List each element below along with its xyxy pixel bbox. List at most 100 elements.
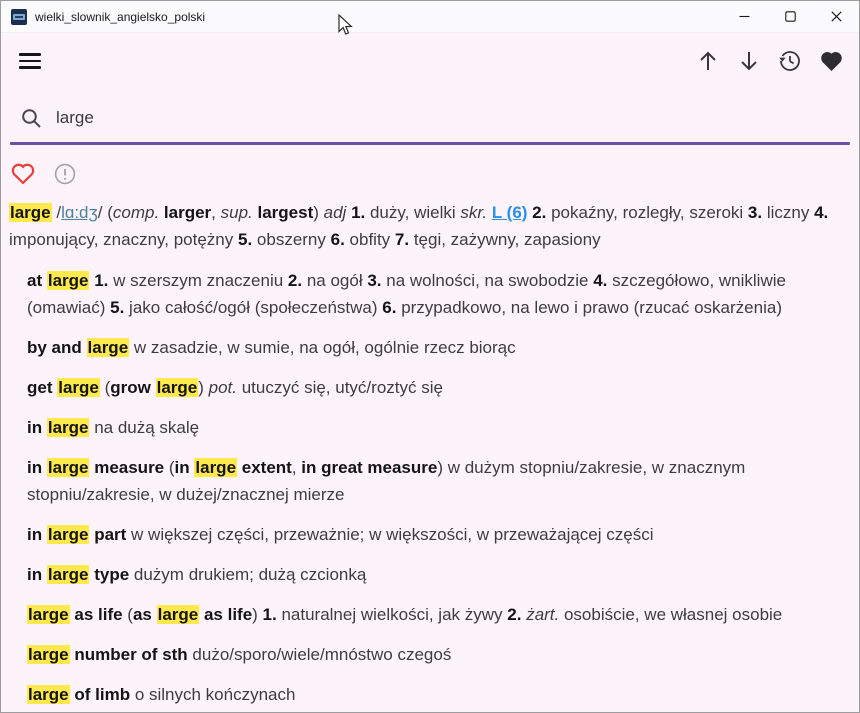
scroll-down-button[interactable] xyxy=(737,49,761,73)
italic-label: żart. xyxy=(526,604,560,624)
text: / ( xyxy=(97,202,113,222)
text: o silnych kończynach xyxy=(130,684,296,704)
bold-text: 2. xyxy=(507,604,522,624)
text: , xyxy=(211,202,221,222)
text: ) xyxy=(252,604,263,624)
favorite-filled-icon xyxy=(820,51,842,71)
bold-text: at xyxy=(27,270,47,290)
text: w szerszym znaczeniu xyxy=(108,270,288,290)
bold-text: as life xyxy=(69,604,123,624)
maximize-button[interactable] xyxy=(767,1,813,33)
add-favorite-button[interactable] xyxy=(11,162,35,186)
text: na wolności, na swobodzie xyxy=(381,270,594,290)
bold-text: of limb xyxy=(69,684,131,704)
scroll-up-button[interactable] xyxy=(696,49,720,73)
highlighted-keyword: large xyxy=(155,377,199,397)
text: tęgi, zażywny, zapasiony xyxy=(409,229,601,249)
phrase-list: at large 1. w szerszym znaczeniu 2. na o… xyxy=(9,267,849,708)
bold-text: 6. xyxy=(382,297,397,317)
bold-text: in xyxy=(27,564,47,584)
text: dużym drukiem; dużą czcionką xyxy=(129,564,367,584)
text: na ogół xyxy=(302,270,368,290)
bold-text: part xyxy=(89,524,127,544)
bold-text: 3. xyxy=(747,202,763,222)
bold-text: type xyxy=(89,564,130,584)
maximize-icon xyxy=(784,11,796,22)
phrase-entry: at large 1. w szerszym znaczeniu 2. na o… xyxy=(27,267,839,321)
phrase-entry: in large part w większej części, przeważ… xyxy=(27,521,839,548)
phrase-entry: large of limb o silnych kończynach xyxy=(27,681,839,708)
bold-text: 5. xyxy=(110,297,125,317)
italic-label: adj xyxy=(323,202,347,222)
bold-text: 3. xyxy=(367,270,382,290)
bold-text: in great measure xyxy=(301,457,438,477)
app-icon xyxy=(11,8,27,25)
text: jako całość/ogół (społeczeństwa) xyxy=(124,297,383,317)
text: utuczyć się, utyć/roztyć się xyxy=(237,377,443,397)
text: ( xyxy=(122,604,133,624)
highlighted-keyword: large xyxy=(46,417,90,437)
highlighted-keyword: large xyxy=(27,684,70,704)
minimize-icon xyxy=(739,15,749,18)
bold-text: larger xyxy=(163,202,212,222)
search-bar xyxy=(1,89,859,133)
text: / xyxy=(51,202,62,222)
bold-text: in xyxy=(174,457,195,477)
highlighted-keyword: large xyxy=(46,524,90,544)
text: w zasadzie, w sumie, na ogół, ogólnie rz… xyxy=(129,337,516,357)
text: na dużą skalę xyxy=(89,417,200,437)
text: liczny xyxy=(762,202,815,222)
bold-text: in xyxy=(27,417,47,437)
text: ) xyxy=(313,202,324,222)
abbreviation-link[interactable]: L (6) xyxy=(492,203,528,222)
bold-text: 1. xyxy=(351,202,366,222)
entry-headword-line: large /lɑ:dʒ/ (comp. larger, sup. larges… xyxy=(9,199,849,253)
text: ( xyxy=(99,377,111,397)
italic-label: comp. xyxy=(112,202,160,222)
bold-text: as xyxy=(132,604,157,624)
text: , xyxy=(291,457,302,477)
phrase-entry: get large (grow large) pot. utuczyć się,… xyxy=(27,374,839,401)
arrow-up-icon xyxy=(700,51,716,70)
phrase-entry: large number of sth dużo/sporo/wiele/mnó… xyxy=(27,641,839,668)
bold-text: as life xyxy=(199,604,253,624)
menu-button[interactable] xyxy=(19,49,43,73)
entry-actions xyxy=(1,145,859,189)
title-bar: wielki_slownik_angielsko_polski xyxy=(1,1,859,33)
close-button[interactable] xyxy=(813,1,859,33)
bold-text: 6. xyxy=(330,229,345,249)
info-button[interactable] xyxy=(53,162,77,186)
search-icon xyxy=(22,108,41,128)
bold-text: 7. xyxy=(394,229,410,249)
highlighted-keyword: large xyxy=(9,202,52,222)
info-icon xyxy=(54,163,76,184)
bold-text: largest xyxy=(257,202,314,222)
text: obfity xyxy=(344,229,395,249)
search-input[interactable] xyxy=(56,108,756,128)
bold-text: 5. xyxy=(238,229,253,249)
text: w większej części, przeważnie; w większo… xyxy=(126,524,654,544)
text: przypadkowo, na lewo i prawo (rzucać osk… xyxy=(396,297,782,317)
phrase-entry: in large na dużą skalę xyxy=(27,414,839,441)
bold-text: in xyxy=(27,524,47,544)
bold-text: 2. xyxy=(287,270,303,290)
menu-icon xyxy=(19,53,41,56)
highlighted-keyword: large xyxy=(46,270,90,290)
bold-text: 1. xyxy=(262,604,277,624)
highlighted-keyword: large xyxy=(46,564,90,584)
history-button[interactable] xyxy=(778,49,802,73)
text: ) xyxy=(198,377,209,397)
phrase-entry: large as life (as large as life) 1. natu… xyxy=(27,601,839,628)
bold-text: get xyxy=(27,377,58,397)
bold-text: 4. xyxy=(593,270,608,290)
bold-text: in xyxy=(27,457,47,477)
window-title: wielki_slownik_angielsko_polski xyxy=(35,9,206,24)
minimize-button[interactable] xyxy=(721,1,767,33)
pronunciation-link[interactable]: lɑ:dʒ xyxy=(61,203,98,222)
favorites-button[interactable] xyxy=(819,49,843,73)
text: dużo/sporo/wiele/mnóstwo czegoś xyxy=(187,644,452,664)
highlighted-keyword: large xyxy=(156,604,200,624)
phrase-entry: in large type dużym drukiem; dużą czcion… xyxy=(27,561,839,588)
phrase-entry: by and large w zasadzie, w sumie, na ogó… xyxy=(27,334,839,361)
history-icon xyxy=(779,51,800,71)
